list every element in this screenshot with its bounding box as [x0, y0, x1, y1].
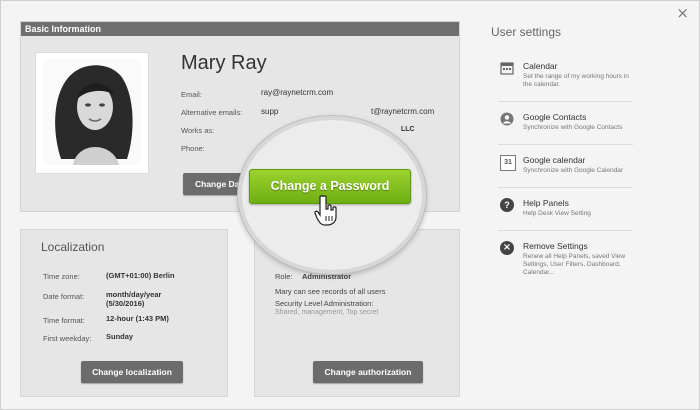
google-calendar-desc: Synchronize with Google Calendar — [523, 167, 624, 174]
alternative-emails-value: supp — [261, 107, 279, 116]
security-level-label: Security Level Administration: — [275, 299, 374, 308]
google-calendar-icon: 31 — [500, 155, 516, 171]
contacts-icon — [500, 112, 514, 126]
user-settings-title: User settings — [491, 25, 562, 39]
profile-photo-image — [43, 59, 141, 165]
works-as-value: LLC — [401, 126, 415, 133]
first-weekday-value: Sunday — [106, 332, 134, 341]
role-label: Role: — [275, 272, 293, 281]
date-format-label: Date format: — [43, 292, 85, 301]
localization-title: Localization — [41, 240, 105, 254]
time-format-label: Time format: — [43, 316, 85, 325]
user-settings-item-calendar[interactable]: Calendar Set the range of my working hou… — [498, 61, 633, 102]
user-settings-item-google-calendar[interactable]: 31 Google calendar Synchronize with Goog… — [498, 155, 633, 188]
records-text: Mary can see records of all users — [275, 287, 386, 296]
remove-icon: × — [500, 241, 514, 255]
remove-settings-title: Remove Settings — [523, 241, 588, 251]
alternative-emails-value-right: t@raynetcrm.com — [371, 107, 435, 116]
security-level-value: Shared, management, Top secret — [275, 309, 379, 316]
profile-name: Mary Ray — [181, 52, 267, 74]
user-settings-item-help-panels[interactable]: ? Help Panels Help Desk View Setting — [498, 198, 633, 231]
user-profile-window: × Basic Information Mary Ray Email: ray@… — [0, 0, 700, 410]
time-format-value: 12-hour (1:43 PM) — [106, 314, 169, 323]
help-panels-title: Help Panels — [523, 198, 569, 208]
user-settings-item-google-contacts[interactable]: Google Contacts Synchronize with Google … — [498, 112, 633, 145]
first-weekday-label: First weekday: — [43, 334, 92, 343]
profile-photo — [35, 52, 149, 174]
date-format-value: month/day/year (5/30/2016) — [106, 290, 162, 308]
basic-information-header: Basic Information — [21, 22, 459, 36]
user-settings-item-remove-settings[interactable]: × Remove Settings Renew all Help Panels,… — [498, 241, 633, 289]
time-zone-label: Time zone: — [43, 272, 80, 281]
help-icon: ? — [500, 198, 514, 212]
email-label: Email: — [181, 90, 202, 99]
change-localization-button[interactable]: Change localization — [81, 361, 183, 383]
close-icon[interactable]: × — [676, 5, 689, 21]
calendar-title: Calendar — [523, 61, 558, 71]
time-zone-value: (GMT+01:00) Berlin — [106, 271, 175, 280]
help-panels-desc: Help Desk View Setting — [523, 210, 591, 217]
localization-panel: Localization Time zone: (GMT+01:00) Berl… — [20, 229, 228, 397]
google-contacts-desc: Synchronize with Google Contacts — [523, 124, 623, 131]
works-as-label: Works as: — [181, 126, 215, 135]
hand-cursor-icon — [314, 195, 337, 226]
calendar-icon — [500, 62, 514, 75]
alternative-emails-label: Alternative emails: — [181, 108, 243, 117]
calendar-desc: Set the range of my working hours in the… — [523, 73, 629, 88]
google-calendar-title: Google calendar — [523, 155, 586, 165]
remove-settings-desc: Renew all Help Panels, saved View Settin… — [523, 253, 626, 276]
change-authorization-button[interactable]: Change authorization — [313, 361, 423, 383]
phone-label: Phone: — [181, 144, 205, 153]
google-contacts-title: Google Contacts — [523, 112, 587, 122]
email-value: ray@raynetcrm.com — [261, 88, 334, 97]
